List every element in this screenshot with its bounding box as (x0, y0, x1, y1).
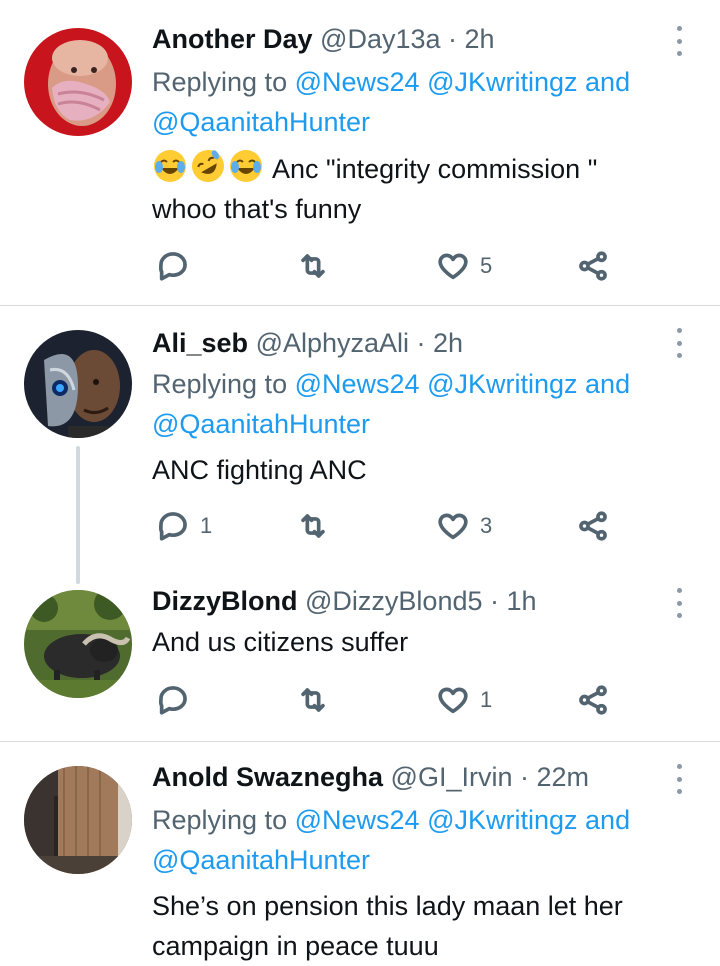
like-button[interactable]: 3 (436, 508, 492, 544)
mention-link[interactable]: @QaanitahHunter (152, 845, 370, 875)
reply-button[interactable] (156, 248, 200, 284)
replying-and: and (577, 369, 631, 399)
tweet-2[interactable]: Ali_seb @AlphyzaAli · 2h Replying to @Ne… (0, 306, 720, 584)
replying-prefix: Replying to (152, 805, 295, 835)
avatar-image (24, 330, 132, 438)
avatar-another-day[interactable] (24, 28, 132, 136)
handle-and-time[interactable]: @DizzyBlond5 · 1h (305, 586, 537, 616)
retweet-icon (301, 688, 325, 712)
tweet-actions: 5 (152, 248, 632, 284)
tweet-text: ANC fighting ANC (152, 450, 692, 490)
tweet-header: DizzyBlond @DizzyBlond5 · 1h (152, 584, 537, 618)
display-name[interactable]: Another Day (152, 24, 313, 54)
like-count: 3 (480, 513, 493, 538)
mention-link[interactable]: @News24 (295, 805, 420, 835)
heart-icon (438, 253, 468, 280)
heart-icon (438, 687, 468, 714)
avatar-image (24, 590, 132, 698)
like-button[interactable]: 1 (436, 682, 492, 718)
tweet-text-line1: ANC fighting ANC (152, 455, 367, 485)
replying-to: Replying to @News24 @JKwritingz and @Qaa… (152, 62, 692, 142)
replying-to: Replying to @News24 @JKwritingz and @Qaa… (152, 364, 692, 444)
like-count: 5 (480, 253, 493, 278)
share-icon (579, 251, 607, 281)
tweet-text-line1: Anc "integrity commission " (266, 154, 598, 184)
retweet-button[interactable] (296, 508, 330, 544)
like-count: 1 (480, 687, 493, 712)
thread-connector (76, 446, 80, 584)
tweet-header: Anold Swaznegha @GI_Irvin · 22m (152, 760, 589, 794)
more-options-icon[interactable] (672, 26, 686, 56)
mention-link[interactable]: @QaanitahHunter (152, 409, 370, 439)
avatar-anold-swaznegha[interactable] (24, 766, 132, 874)
share-icon (579, 511, 607, 541)
mention-link[interactable]: @JKwritingz (427, 369, 577, 399)
share-button[interactable] (576, 682, 610, 718)
like-button[interactable]: 5 (436, 248, 492, 284)
tweet-text: Anc "integrity commission " whoo that's … (152, 148, 692, 229)
replying-to: Replying to @News24 @JKwritingz and @Qaa… (152, 800, 692, 880)
tweet-header: Another Day @Day13a · 2h (152, 22, 495, 56)
retweet-icon (301, 254, 325, 278)
tears-of-joy-emoji-icon (152, 148, 188, 184)
mention-link[interactable]: @News24 (295, 369, 420, 399)
replying-prefix: Replying to (152, 67, 295, 97)
reply-icon (158, 512, 187, 541)
handle-and-time[interactable]: @AlphyzaAli · 2h (256, 328, 464, 358)
tears-of-joy-emoji-icon (228, 148, 264, 184)
retweet-button[interactable] (296, 248, 330, 284)
replying-and: and (577, 67, 631, 97)
tweet-text: And us citizens suffer (152, 622, 692, 662)
mention-link[interactable]: @JKwritingz (427, 67, 577, 97)
share-button[interactable] (576, 508, 610, 544)
tweet-1[interactable]: Another Day @Day13a · 2h Replying to @Ne… (0, 0, 720, 306)
heart-icon (438, 513, 468, 540)
share-button[interactable] (576, 248, 610, 284)
tweet-3[interactable]: DizzyBlond @DizzyBlond5 · 1h And us citi… (0, 568, 720, 742)
replying-prefix: Replying to (152, 369, 295, 399)
tweet-header: Ali_seb @AlphyzaAli · 2h (152, 326, 463, 360)
avatar-ali-seb[interactable] (24, 330, 132, 438)
share-icon (579, 685, 607, 715)
handle-and-time[interactable]: @GI_Irvin · 22m (391, 762, 589, 792)
avatar-dizzyblond[interactable] (24, 590, 132, 698)
more-options-icon[interactable] (672, 328, 686, 358)
tweet-text-line1: And us citizens suffer (152, 627, 409, 657)
display-name[interactable]: Anold Swaznegha (152, 762, 383, 792)
mention-link[interactable]: @JKwritingz (427, 805, 577, 835)
avatar-image (24, 766, 132, 874)
reply-button[interactable]: 1 (156, 508, 212, 544)
replying-and: and (577, 805, 631, 835)
mention-link[interactable]: @News24 (295, 67, 420, 97)
tweet-text-line2: campaign in peace tuuu (152, 931, 439, 961)
retweet-button[interactable] (296, 682, 330, 718)
more-options-icon[interactable] (672, 588, 686, 618)
handle-and-time[interactable]: @Day13a · 2h (320, 24, 495, 54)
reply-icon (158, 686, 187, 715)
tweet-actions: 1 (152, 682, 632, 718)
tweet-text: She’s on pension this lady maan let her … (152, 886, 692, 966)
mention-link[interactable]: @QaanitahHunter (152, 107, 370, 137)
display-name[interactable]: Ali_seb (152, 328, 248, 358)
tweet-actions: 1 3 (152, 508, 632, 544)
tweet-4[interactable]: Anold Swaznegha @GI_Irvin · 22m Replying… (0, 742, 720, 963)
display-name[interactable]: DizzyBlond (152, 586, 298, 616)
reply-icon (158, 252, 187, 281)
reply-button[interactable] (156, 682, 200, 718)
tweet-text-line1: She’s on pension this lady maan let her (152, 891, 623, 921)
reply-count: 1 (200, 513, 213, 538)
avatar-image (24, 28, 132, 136)
more-options-icon[interactable] (672, 764, 686, 794)
retweet-icon (301, 514, 325, 538)
rolling-laughing-emoji-icon (190, 148, 226, 184)
tweet-text-line2: whoo that's funny (152, 194, 362, 224)
